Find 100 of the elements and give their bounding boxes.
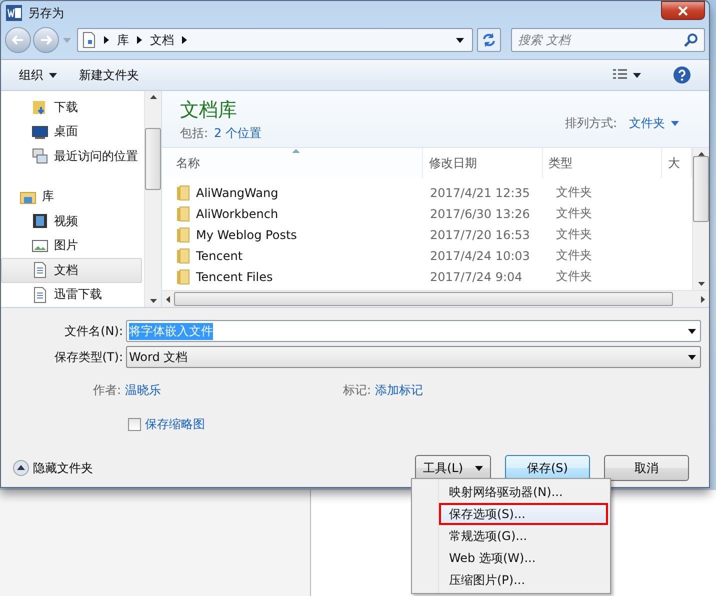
- search-field[interactable]: 搜索 文档: [511, 28, 705, 52]
- scrollbar[interactable]: [162, 290, 709, 307]
- scrollbar-thumb[interactable]: [693, 156, 709, 222]
- list-view-icon: [613, 69, 627, 81]
- caret-icon: [633, 72, 641, 78]
- field-label: 文件名(N):: [64, 322, 124, 340]
- collapse-icon: [13, 460, 29, 476]
- monitor-icon: [32, 124, 48, 140]
- arrow-left-icon: [12, 35, 24, 45]
- caret-icon: [49, 72, 57, 78]
- document-icon: [32, 262, 48, 278]
- type-dropdown[interactable]: Word 文档: [126, 346, 701, 368]
- folder-icon: [176, 248, 190, 264]
- refresh-icon: [482, 33, 496, 47]
- locations-link[interactable]: 2 个位置: [214, 125, 262, 142]
- chevron-right-icon: [137, 36, 142, 44]
- caret-icon: [671, 121, 679, 126]
- caret-icon: [688, 354, 696, 360]
- file-name[interactable]: Tencent: [162, 248, 424, 264]
- scroll-down-icon: [150, 299, 156, 303]
- sidebar-item[interactable]: 迅雷下载: [1, 282, 142, 307]
- computer-icon: [32, 148, 48, 164]
- menu-item[interactable]: 常规选项(G)...: [439, 525, 608, 547]
- sidebar-item[interactable]: 最近访问的位置: [1, 144, 142, 169]
- column-header[interactable]: 名称: [162, 148, 423, 178]
- window-title: 另存为: [28, 4, 64, 22]
- date-cell-text: 2017/4/24 10:03: [429, 248, 531, 262]
- author-link[interactable]: 温晓乐: [125, 382, 162, 398]
- word-icon: [6, 5, 22, 21]
- type-cell-text: 文件夹: [555, 184, 593, 201]
- sidebar-item[interactable]: 下载: [1, 95, 142, 120]
- menu-item[interactable]: 映射网络驱动器(N)...: [439, 481, 608, 503]
- scroll-up-icon: [150, 95, 156, 99]
- file-name[interactable]: AliWorkbench: [162, 206, 424, 222]
- back-button[interactable]: [5, 27, 31, 53]
- sidebar-item[interactable]: 库: [1, 184, 142, 209]
- cancel-button[interactable]: 取消: [604, 455, 689, 481]
- add-tags-link[interactable]: 添加标记: [375, 382, 424, 398]
- column-header[interactable]: 类型: [542, 148, 662, 178]
- caret-icon: [475, 466, 484, 470]
- picture-icon: [32, 238, 48, 254]
- arrange-dropdown[interactable]: 文件夹: [629, 115, 679, 132]
- folder-icon: [176, 268, 190, 284]
- checkbox[interactable]: [128, 418, 141, 431]
- address-field[interactable]: 库 文档: [77, 28, 473, 52]
- new-folder-button[interactable]: 新建文件夹: [71, 64, 147, 86]
- chevron-right-icon: [182, 36, 187, 44]
- folder-icon: [176, 184, 190, 200]
- arrange-label: 排列方式:: [564, 115, 617, 132]
- library-title: 文档库: [180, 98, 238, 123]
- type-cell-text: 文件夹: [555, 226, 593, 243]
- tags-label: 标记:: [343, 382, 372, 398]
- includes-label: 包括:: [180, 125, 208, 142]
- file-name[interactable]: My Weblog Posts: [162, 226, 424, 242]
- forward-button[interactable]: [33, 27, 59, 53]
- document-icon: [32, 286, 48, 303]
- scroll-right-icon: [701, 296, 705, 302]
- scrollbar[interactable]: [144, 91, 161, 307]
- menu-item[interactable]: 保存选项(S)...: [439, 503, 608, 525]
- menu-item[interactable]: Web 选项(W)...: [439, 547, 608, 569]
- arrow-right-icon: [40, 35, 52, 45]
- search-icon: [684, 33, 698, 47]
- checkbox-label[interactable]: 保存缩略图: [145, 416, 205, 433]
- type-cell-text: 文件夹: [555, 268, 593, 285]
- menu-item[interactable]: 压缩图片(P)...: [439, 569, 608, 591]
- scrollbar-thumb[interactable]: [145, 128, 161, 190]
- scroll-left-icon: [166, 296, 170, 302]
- scrollbar-thumb[interactable]: [174, 292, 673, 306]
- column-header[interactable]: 修改日期: [423, 148, 543, 178]
- type-cell-text: 文件夹: [555, 205, 593, 222]
- caret-icon: [456, 38, 464, 42]
- field-label: 保存类型(T):: [53, 348, 124, 366]
- type-cell-text: 文件夹: [555, 247, 593, 264]
- date-cell-text: 2017/6/30 13:26: [429, 206, 531, 220]
- breadcrumb-item[interactable]: 库: [117, 32, 129, 48]
- sidebar-item[interactable]: 桌面: [1, 120, 142, 144]
- file-name[interactable]: AliWangWang: [162, 184, 424, 200]
- close-button[interactable]: [661, 1, 705, 20]
- folder-icon: [176, 226, 190, 242]
- breadcrumb-item[interactable]: 文档: [150, 32, 174, 48]
- caret-icon: [63, 38, 71, 42]
- organize-button[interactable]: 组织: [11, 64, 65, 86]
- close-icon: [678, 6, 688, 16]
- chevron-right-icon: [104, 36, 109, 44]
- refresh-button[interactable]: [477, 28, 501, 52]
- hide-folders-button[interactable]: 隐藏文件夹: [13, 460, 93, 476]
- scroll-down-icon: [698, 282, 704, 286]
- folder-icon: [176, 206, 190, 222]
- date-cell-text: 2017/7/20 16:53: [429, 228, 531, 242]
- scrollbar[interactable]: [692, 148, 709, 290]
- sidebar-item[interactable]: 图片: [1, 233, 142, 258]
- help-icon: [673, 66, 691, 84]
- sidebar-item[interactable]: 视频: [1, 208, 142, 234]
- date-cell-text: 2017/4/21 12:35: [429, 186, 531, 200]
- author-label: 作者:: [93, 382, 122, 398]
- sidebar-item[interactable]: 文档: [1, 258, 142, 283]
- film-icon: [32, 213, 48, 230]
- file-name[interactable]: Tencent Files: [162, 268, 424, 284]
- caret-icon: [688, 328, 696, 334]
- document-icon: [82, 32, 96, 48]
